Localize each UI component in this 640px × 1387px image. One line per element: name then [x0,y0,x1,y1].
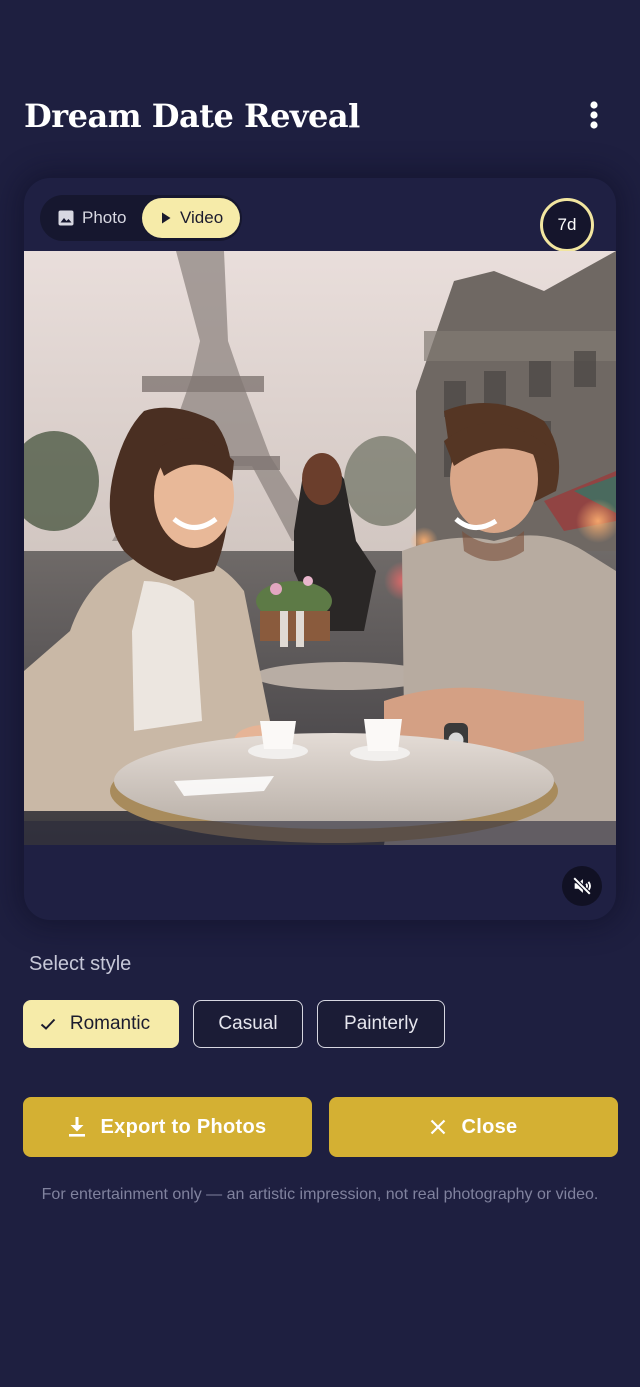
disclaimer-text: For entertainment only — an artistic imp… [41,1186,599,1203]
more-vertical-icon [590,101,598,129]
image-icon [58,210,74,226]
media-type-toggle: Photo Video [40,195,242,241]
close-icon [430,1119,446,1135]
close-button[interactable]: Close [329,1097,618,1157]
export-button-label: Export to Photos [100,1115,267,1138]
volume-muted-icon [572,876,592,896]
more-options-button[interactable] [578,96,610,134]
timer-badge: 7d [540,198,594,252]
style-chip-painterly[interactable]: Painterly [317,1000,445,1048]
close-button-label: Close [461,1115,518,1138]
date-scene-image [24,251,616,845]
style-chip-label: Romantic [69,1013,151,1034]
style-chip-romantic[interactable]: Romantic [23,1000,179,1048]
export-to-photos-button[interactable]: Export to Photos [23,1097,312,1157]
date-video-frame[interactable] [24,251,616,845]
toggle-photo-label: Photo [82,208,127,227]
mute-button[interactable] [562,866,602,906]
page-title: Dream Date Reveal [24,97,360,135]
style-chip-casual[interactable]: Casual [193,1000,303,1048]
style-chip-label: Casual [218,1013,278,1034]
check-icon [40,1017,56,1031]
download-icon [68,1117,85,1137]
toggle-photo[interactable]: Photo [44,198,140,238]
play-icon [160,211,172,225]
dream-date-reveal-screen: Dream Date Reveal Photo Video 7d Select … [0,0,640,1387]
style-chip-label: Painterly [344,1013,418,1034]
media-card: Photo Video 7d [24,178,616,920]
select-style-label: Select style [29,953,132,975]
toggle-video-label: Video [180,208,224,227]
toggle-video[interactable]: Video [142,198,240,238]
